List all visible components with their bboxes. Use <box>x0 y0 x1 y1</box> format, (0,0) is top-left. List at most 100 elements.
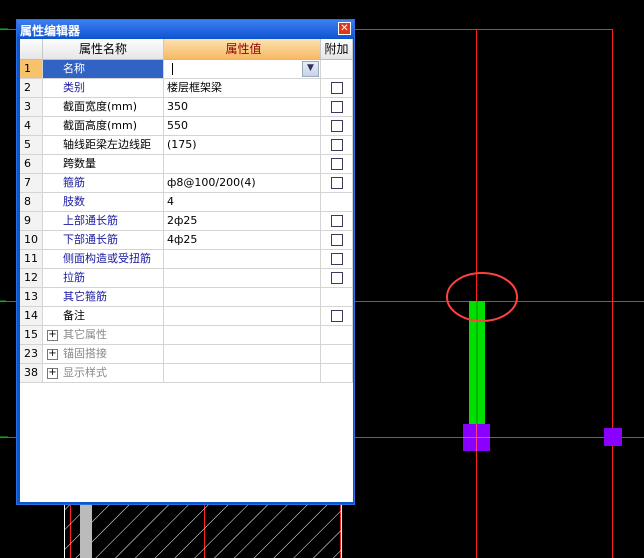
property-value[interactable] <box>164 326 321 345</box>
add-checkbox[interactable] <box>331 120 343 132</box>
column-node[interactable] <box>604 428 622 446</box>
plus-icon[interactable]: + <box>47 368 58 379</box>
row-number[interactable]: 7 <box>20 174 43 193</box>
property-name[interactable]: 箍筋 <box>43 174 164 193</box>
property-value[interactable] <box>164 60 321 79</box>
close-icon[interactable]: ✕ <box>338 22 351 35</box>
property-name[interactable]: 名称 <box>43 60 164 79</box>
add-checkbox[interactable] <box>331 253 343 265</box>
add-cell <box>321 155 353 174</box>
add-checkbox[interactable] <box>331 139 343 151</box>
add-checkbox[interactable] <box>331 272 343 284</box>
row-number[interactable]: 13 <box>20 288 43 307</box>
property-name[interactable]: + 锚固搭接 <box>43 345 164 364</box>
property-value[interactable] <box>164 250 321 269</box>
property-value[interactable]: 350 <box>164 98 321 117</box>
window-title: 属性编辑器 <box>20 24 81 38</box>
row-number[interactable]: 10 <box>20 231 43 250</box>
row-number[interactable]: 14 <box>20 307 43 326</box>
property-value[interactable]: 4 <box>164 193 321 212</box>
add-checkbox[interactable] <box>331 310 343 322</box>
add-cell <box>321 193 353 212</box>
property-name-label: 截面高度(mm) <box>63 119 138 132</box>
table-row[interactable]: 11 侧面构造或受扭筋 <box>20 250 353 269</box>
property-name[interactable]: 跨数量 <box>43 155 164 174</box>
property-value[interactable]: 楼层框架梁 <box>164 79 321 98</box>
property-name-label: 其它箍筋 <box>63 290 107 303</box>
add-cell <box>321 79 353 98</box>
property-value[interactable]: ф8@100/200(4) <box>164 174 321 193</box>
property-name[interactable]: 类别 <box>43 79 164 98</box>
property-name[interactable]: 肢数 <box>43 193 164 212</box>
property-value[interactable] <box>164 155 321 174</box>
property-name[interactable]: 下部通长筋 <box>43 231 164 250</box>
title-bar[interactable]: 属性编辑器 ✕ <box>17 20 354 38</box>
table-row[interactable]: 7 箍筋 ф8@100/200(4) <box>20 174 353 193</box>
table-row[interactable]: 13 其它箍筋 <box>20 288 353 307</box>
property-name[interactable]: 其它箍筋 <box>43 288 164 307</box>
row-number[interactable]: 12 <box>20 269 43 288</box>
property-name[interactable]: 上部通长筋 <box>43 212 164 231</box>
add-checkbox[interactable] <box>331 158 343 170</box>
header-add[interactable]: 附加 <box>321 39 353 60</box>
property-name[interactable]: 截面高度(mm) <box>43 117 164 136</box>
property-value[interactable]: 4ф25 <box>164 231 321 250</box>
row-number[interactable]: 5 <box>20 136 43 155</box>
property-value[interactable]: (175) <box>164 136 321 155</box>
row-number[interactable]: 6 <box>20 155 43 174</box>
row-number[interactable]: 4 <box>20 117 43 136</box>
add-checkbox[interactable] <box>331 215 343 227</box>
chevron-down-icon[interactable]: ▼ <box>302 61 319 77</box>
property-name[interactable]: + 显示样式 <box>43 364 164 383</box>
property-value[interactable] <box>164 307 321 326</box>
table-row[interactable]: 12 拉筋 <box>20 269 353 288</box>
row-number[interactable]: 8 <box>20 193 43 212</box>
table-row[interactable]: 38 + 显示样式 <box>20 364 353 383</box>
property-value[interactable]: 550 <box>164 117 321 136</box>
property-name[interactable]: 轴线距梁左边线距 <box>43 136 164 155</box>
property-value[interactable] <box>164 364 321 383</box>
table-row[interactable]: 8 肢数 4 <box>20 193 353 212</box>
table-row[interactable]: 15 + 其它属性 <box>20 326 353 345</box>
header-name[interactable]: 属性名称 <box>43 39 164 60</box>
row-number[interactable]: 15 <box>20 326 43 345</box>
property-name-label: 轴线距梁左边线距 <box>63 138 151 151</box>
property-name[interactable]: 截面宽度(mm) <box>43 98 164 117</box>
property-value[interactable] <box>164 269 321 288</box>
add-cell <box>321 326 353 345</box>
table-row[interactable]: 4 截面高度(mm) 550 <box>20 117 353 136</box>
property-value[interactable] <box>164 288 321 307</box>
row-number[interactable]: 1 <box>20 60 43 79</box>
row-number[interactable]: 3 <box>20 98 43 117</box>
table-row[interactable]: 10 下部通长筋 4ф25 <box>20 231 353 250</box>
property-name[interactable]: + 其它属性 <box>43 326 164 345</box>
table-row[interactable]: 9 上部通长筋 2ф25 <box>20 212 353 231</box>
property-name[interactable]: 侧面构造或受扭筋 <box>43 250 164 269</box>
row-number[interactable]: 38 <box>20 364 43 383</box>
header-value[interactable]: 属性值 <box>164 39 321 60</box>
table-row[interactable]: 3 截面宽度(mm) 350 <box>20 98 353 117</box>
add-checkbox[interactable] <box>331 82 343 94</box>
header-rownum <box>20 39 43 60</box>
row-number[interactable]: 2 <box>20 79 43 98</box>
property-name-label: 箍筋 <box>63 176 85 189</box>
property-name-label: 侧面构造或受扭筋 <box>63 252 151 265</box>
property-value[interactable]: 2ф25 <box>164 212 321 231</box>
add-checkbox[interactable] <box>331 177 343 189</box>
table-row[interactable]: 5 轴线距梁左边线距 (175) <box>20 136 353 155</box>
plus-icon[interactable]: + <box>47 349 58 360</box>
plus-icon[interactable]: + <box>47 330 58 341</box>
add-checkbox[interactable] <box>331 101 343 113</box>
table-row[interactable]: 1 名称 ▼ <box>20 60 353 79</box>
row-number[interactable]: 11 <box>20 250 43 269</box>
property-name[interactable]: 备注 <box>43 307 164 326</box>
row-number[interactable]: 23 <box>20 345 43 364</box>
property-value[interactable] <box>164 345 321 364</box>
table-row[interactable]: 2 类别 楼层框架梁 <box>20 79 353 98</box>
add-checkbox[interactable] <box>331 234 343 246</box>
property-name[interactable]: 拉筋 <box>43 269 164 288</box>
table-row[interactable]: 23 + 锚固搭接 <box>20 345 353 364</box>
row-number[interactable]: 9 <box>20 212 43 231</box>
table-row[interactable]: 14 备注 <box>20 307 353 326</box>
table-row[interactable]: 6 跨数量 <box>20 155 353 174</box>
